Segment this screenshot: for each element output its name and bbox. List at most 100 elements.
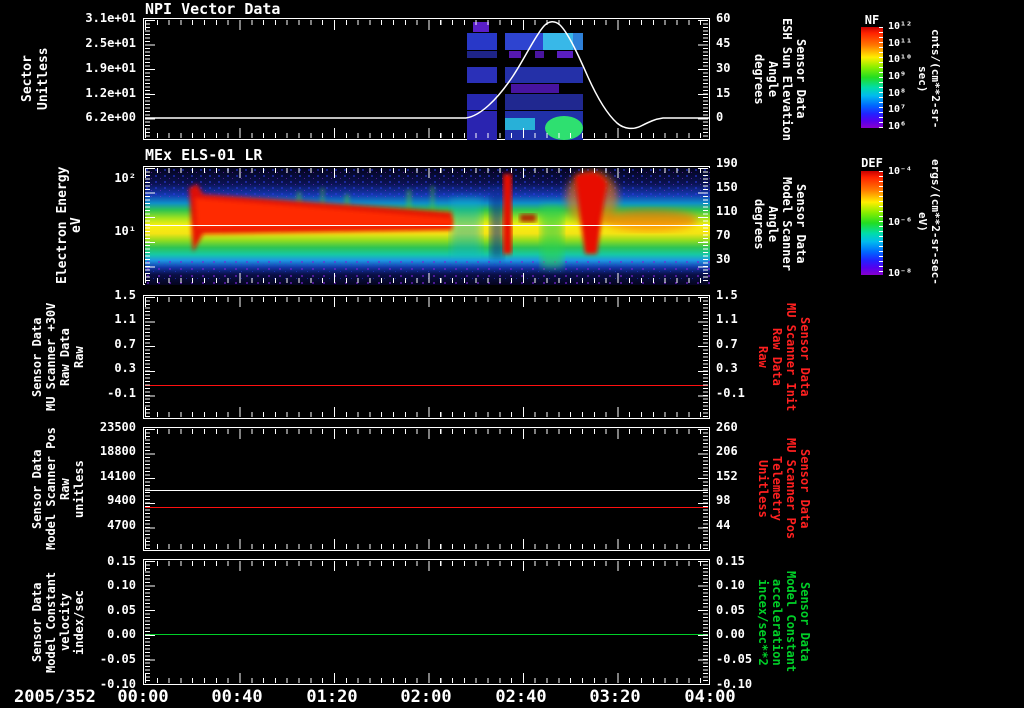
y-tick-label: 0.00 bbox=[716, 627, 745, 641]
x-tick-label: 02:00 bbox=[400, 687, 452, 707]
y-tick-label: -0.1 bbox=[716, 386, 745, 400]
els-spectrogram bbox=[145, 168, 710, 285]
colorbar-tick-label: 10⁸ bbox=[888, 88, 907, 99]
colorbar-tick-label: 10¹¹ bbox=[888, 38, 913, 49]
def-colorbar bbox=[861, 171, 883, 275]
npi-count-blocks bbox=[467, 22, 583, 140]
panel4-left-axis-label: Sensor Data Model Scanner Pos Raw unitle… bbox=[30, 427, 86, 551]
colorbar-tick-label: 10⁶ bbox=[888, 121, 907, 132]
colorbar-ticks bbox=[879, 171, 883, 275]
y-tick-label: 44 bbox=[716, 518, 731, 532]
y-major-ticks bbox=[145, 20, 155, 138]
x-tick-label: 02:40 bbox=[495, 687, 547, 707]
colorbar-tick-label: 10¹⁰ bbox=[888, 54, 913, 65]
y-tick-label: 1.5 bbox=[716, 288, 738, 302]
y-major-ticks bbox=[698, 297, 708, 417]
y-tick-label: 45 bbox=[716, 36, 731, 50]
y-tick-label: 190 bbox=[716, 156, 738, 170]
panel5-right-axis-label: Sensor Data Model Constant acceleration … bbox=[756, 571, 812, 673]
x-tick-label: 00:40 bbox=[211, 687, 263, 707]
panel1-title: NPI Vector Data bbox=[145, 0, 281, 18]
y-tick-label: 0.15 bbox=[716, 554, 745, 568]
x-major-ticks bbox=[145, 561, 708, 571]
cyan-dropout bbox=[451, 198, 481, 258]
x-major-ticks bbox=[145, 20, 708, 30]
panel5-frame bbox=[143, 559, 710, 685]
mu-scanner-pos-line bbox=[145, 507, 708, 508]
panel2-title: MEx ELS-01 LR bbox=[145, 146, 263, 164]
colorbar-tick-label: 10⁻⁸ bbox=[888, 268, 913, 279]
y-tick-label: 70 bbox=[716, 228, 731, 242]
y-tick-label: 98 bbox=[716, 493, 731, 507]
colorbar-tick-label: 10⁷ bbox=[888, 104, 907, 115]
npi-spectrogram bbox=[145, 21, 710, 140]
y-tick-label: 0 bbox=[716, 110, 724, 124]
y-tick-label: 30 bbox=[716, 252, 731, 266]
x-tick-label: 03:20 bbox=[589, 687, 641, 707]
model-constant-acceleration-line bbox=[145, 634, 708, 635]
x-tick-label: 00:00 bbox=[117, 687, 169, 707]
y-major-ticks bbox=[698, 429, 708, 549]
panel1-left-axis-label: Sector Unitless bbox=[20, 47, 51, 111]
x-tick-label: 04:00 bbox=[684, 687, 736, 707]
nf-colorbar bbox=[861, 27, 883, 128]
y-tick-label: 0.05 bbox=[716, 603, 745, 617]
y-major-ticks bbox=[145, 429, 155, 549]
colorbar-tick-label: 10¹² bbox=[888, 21, 913, 32]
x-major-ticks bbox=[145, 168, 708, 178]
x-major-ticks bbox=[145, 429, 708, 439]
plot-window: { "window": { "background": "#000000", "… bbox=[0, 0, 1024, 708]
x-major-ticks bbox=[145, 539, 708, 549]
panel3-frame bbox=[143, 295, 710, 419]
panel4-frame bbox=[143, 427, 710, 551]
y-tick-label: 0.10 bbox=[716, 578, 745, 592]
y-tick-label: 0.7 bbox=[716, 337, 738, 351]
panel5-left-axis-label: Sensor Data Model Constant velocity inde… bbox=[30, 571, 86, 673]
x-major-ticks bbox=[145, 407, 708, 417]
y-tick-label: 260 bbox=[716, 420, 738, 434]
panel4-right-axis-label: Sensor Data MU Scanner Pos Telemetry Uni… bbox=[756, 438, 812, 540]
y-major-ticks bbox=[145, 561, 155, 683]
reference-line bbox=[145, 225, 710, 226]
dark-dropout bbox=[490, 188, 504, 258]
y-tick-label: 206 bbox=[716, 444, 738, 458]
x-tick-label: 01:20 bbox=[306, 687, 358, 707]
model-scanner-pos-line bbox=[145, 490, 708, 491]
nf-colorbar-unit: cnts/(cm**2-sr-sec) bbox=[916, 29, 942, 129]
colorbar-tick-label: 10⁻⁴ bbox=[888, 166, 913, 177]
y-tick-label: 150 bbox=[716, 180, 738, 194]
y-tick-label: 110 bbox=[716, 204, 738, 218]
panel1-frame bbox=[143, 18, 710, 140]
y-tick-label: 152 bbox=[716, 469, 738, 483]
y-tick-label: 60 bbox=[716, 11, 731, 25]
y-tick-label: 1.1 bbox=[716, 312, 738, 326]
elevation-curve bbox=[145, 21, 710, 130]
def-colorbar-title: DEF bbox=[861, 156, 883, 170]
y-major-ticks bbox=[145, 168, 155, 283]
mu-scanner-init-line bbox=[145, 385, 708, 386]
panel3-right-axis-label: Sensor Data MU Scanner Init Raw Data Raw bbox=[756, 302, 812, 412]
x-major-ticks bbox=[145, 273, 708, 283]
panel2-left-axis-label: Electron Energy eV bbox=[55, 166, 84, 285]
def-colorbar-unit: ergs/(cm**2-sr-sec-eV) bbox=[916, 159, 942, 285]
x-major-ticks bbox=[145, 673, 708, 683]
y-major-ticks bbox=[698, 20, 708, 138]
y-tick-label: -0.05 bbox=[716, 652, 753, 666]
y-major-ticks bbox=[698, 561, 708, 683]
x-major-ticks bbox=[145, 297, 708, 307]
nf-colorbar-title: NF bbox=[864, 13, 880, 27]
y-major-ticks bbox=[145, 297, 155, 417]
y-tick-label: 15 bbox=[716, 86, 731, 100]
x-major-ticks bbox=[145, 128, 708, 138]
y-tick-label: 0.3 bbox=[716, 361, 738, 375]
panel2-right-axis-label: Sensor Data Model Scanner Angle degrees bbox=[752, 177, 808, 271]
colorbar-tick-label: 10⁻⁶ bbox=[888, 217, 913, 228]
colorbar-tick-label: 10⁹ bbox=[888, 71, 907, 82]
date-label: 2005/352 bbox=[14, 687, 96, 707]
panel3-left-axis-label: Sensor Data MU Scanner +30V Raw Data Raw bbox=[30, 302, 86, 412]
y-tick-label: 30 bbox=[716, 61, 731, 75]
y-major-ticks bbox=[698, 168, 708, 283]
panel2-frame bbox=[143, 166, 710, 285]
panel1-right-axis-label: Sensor Data ESH Sun Elevation Angle degr… bbox=[752, 17, 808, 141]
red-burst-1 bbox=[503, 174, 512, 254]
